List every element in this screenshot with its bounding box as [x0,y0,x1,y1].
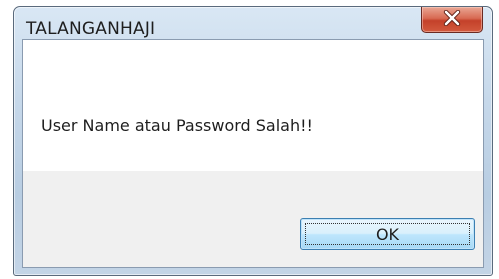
button-bar: OK [23,171,483,267]
ok-button-label: OK [375,224,400,244]
dialog-content: User Name atau Password Salah!! OK [22,39,484,268]
window-title: TALANGANHAJI [26,19,156,39]
close-button[interactable] [421,7,483,33]
message-box-window: TALANGANHAJI User Name atau Password Sal… [13,6,493,276]
close-icon [442,9,462,30]
ok-button[interactable]: OK [300,218,475,250]
error-message: User Name atau Password Salah!! [41,116,313,135]
